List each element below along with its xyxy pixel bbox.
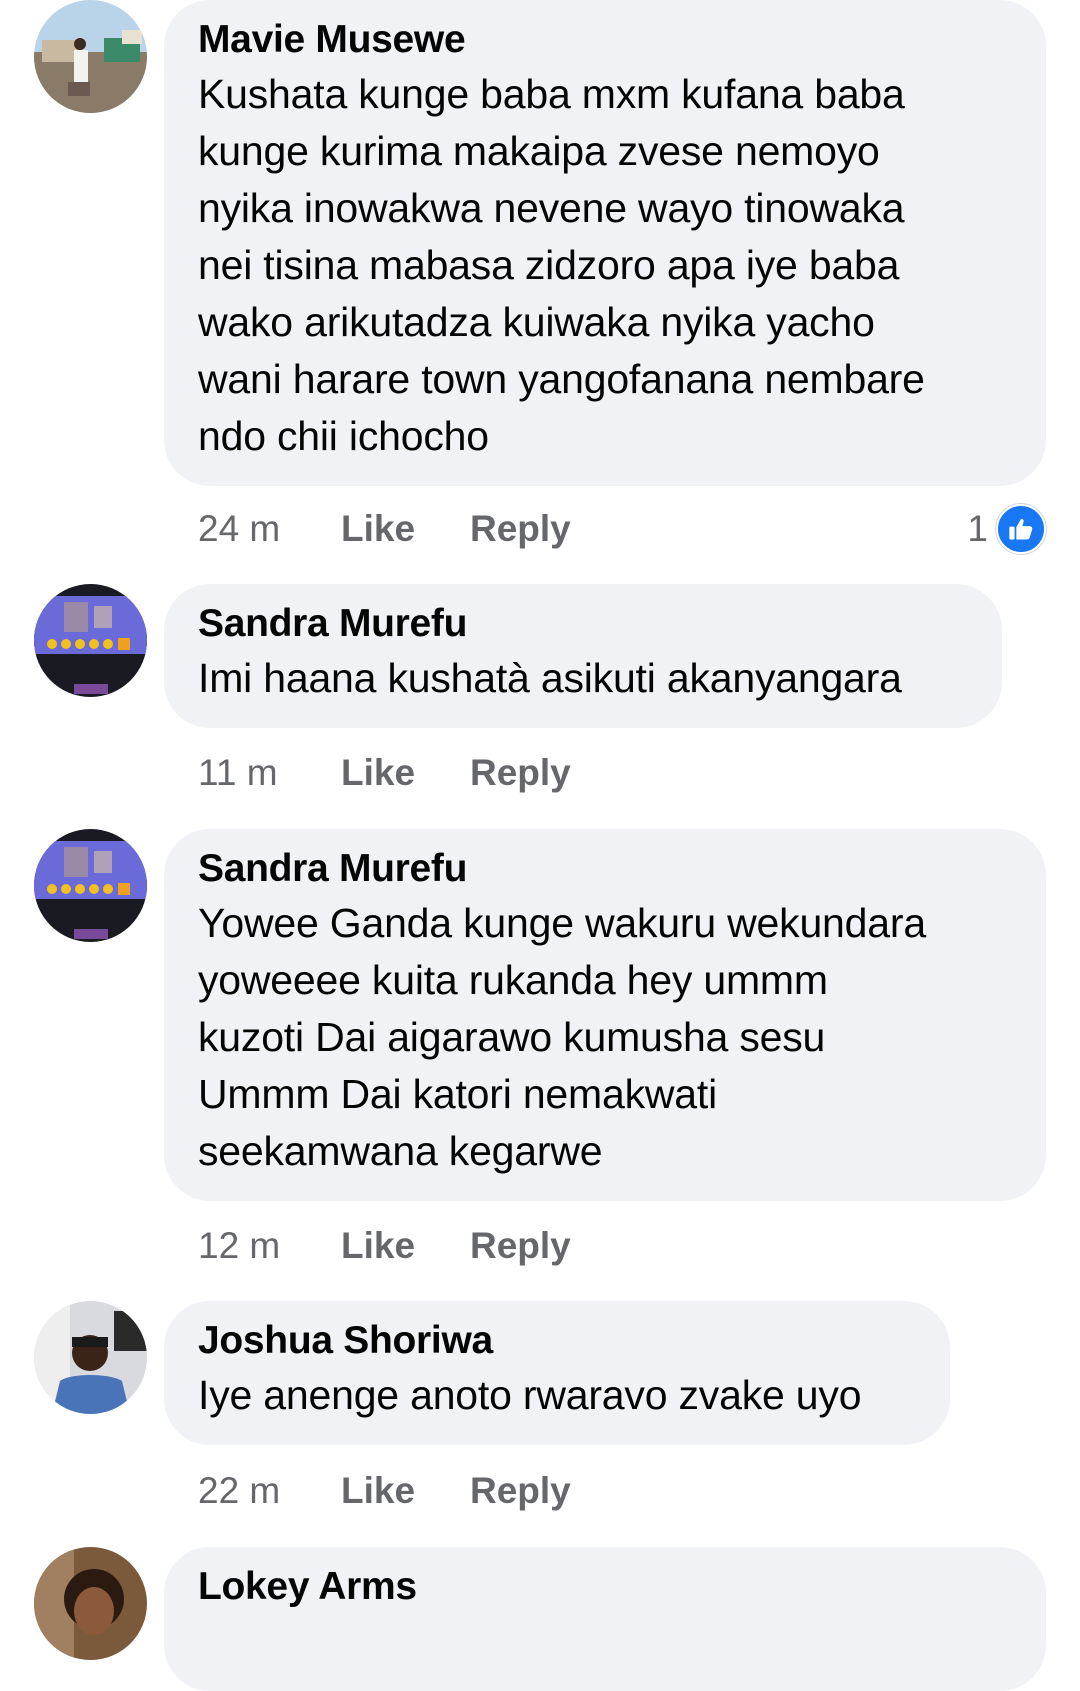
reply-button[interactable]: Reply — [470, 1466, 571, 1516]
comment-text: Imi haana kushatà asikuti akanyangara — [198, 655, 902, 701]
avatar[interactable] — [34, 1547, 147, 1660]
avatar[interactable] — [34, 1301, 147, 1414]
comment-bubble: Mavie Musewe Kushata kunge baba mxm kufa… — [164, 0, 1046, 486]
comment-text: Iye anenge anoto rwaravo zvake uyo — [198, 1372, 862, 1418]
comment-author[interactable]: Joshua Shoriwa — [198, 1315, 916, 1367]
comment-timestamp[interactable]: 11 m — [198, 748, 278, 798]
avatar[interactable] — [34, 0, 147, 113]
comment-bubble: Lokey Arms — [164, 1547, 1046, 1691]
reply-button[interactable]: Reply — [470, 1221, 571, 1271]
reply-button[interactable]: Reply — [470, 748, 571, 798]
like-button[interactable]: Like — [341, 748, 415, 798]
reaction-count: 1 — [967, 508, 988, 549]
thumbs-up-icon — [996, 504, 1046, 554]
like-button[interactable]: Like — [341, 1466, 415, 1516]
like-button[interactable]: Like — [341, 1221, 415, 1271]
comment-timestamp[interactable]: 22 m — [198, 1466, 280, 1516]
comment-text: Yowee Ganda kunge wakuru wekundara yowee… — [198, 900, 926, 1174]
comment-author[interactable]: Sandra Murefu — [198, 598, 968, 650]
comment-author[interactable]: Lokey Arms — [198, 1561, 1012, 1613]
comment-bubble: Sandra Murefu Imi haana kushatà asikuti … — [164, 584, 1002, 728]
comment-author[interactable]: Sandra Murefu — [198, 843, 1012, 895]
reply-button[interactable]: Reply — [470, 504, 571, 554]
avatar[interactable] — [34, 584, 147, 697]
comment-text: Kushata kunge baba mxm kufana baba kunge… — [198, 71, 925, 459]
comment-timestamp[interactable]: 12 m — [198, 1221, 280, 1271]
comment-bubble: Sandra Murefu Yowee Ganda kunge wakuru w… — [164, 829, 1046, 1201]
avatar[interactable] — [34, 829, 147, 942]
like-button[interactable]: Like — [341, 504, 415, 554]
comment-bubble: Joshua Shoriwa Iye anenge anoto rwaravo … — [164, 1301, 950, 1445]
comment-timestamp[interactable]: 24 m — [198, 504, 280, 554]
comment-author[interactable]: Mavie Musewe — [198, 14, 1012, 66]
reaction-summary[interactable]: 1 — [967, 504, 1046, 554]
